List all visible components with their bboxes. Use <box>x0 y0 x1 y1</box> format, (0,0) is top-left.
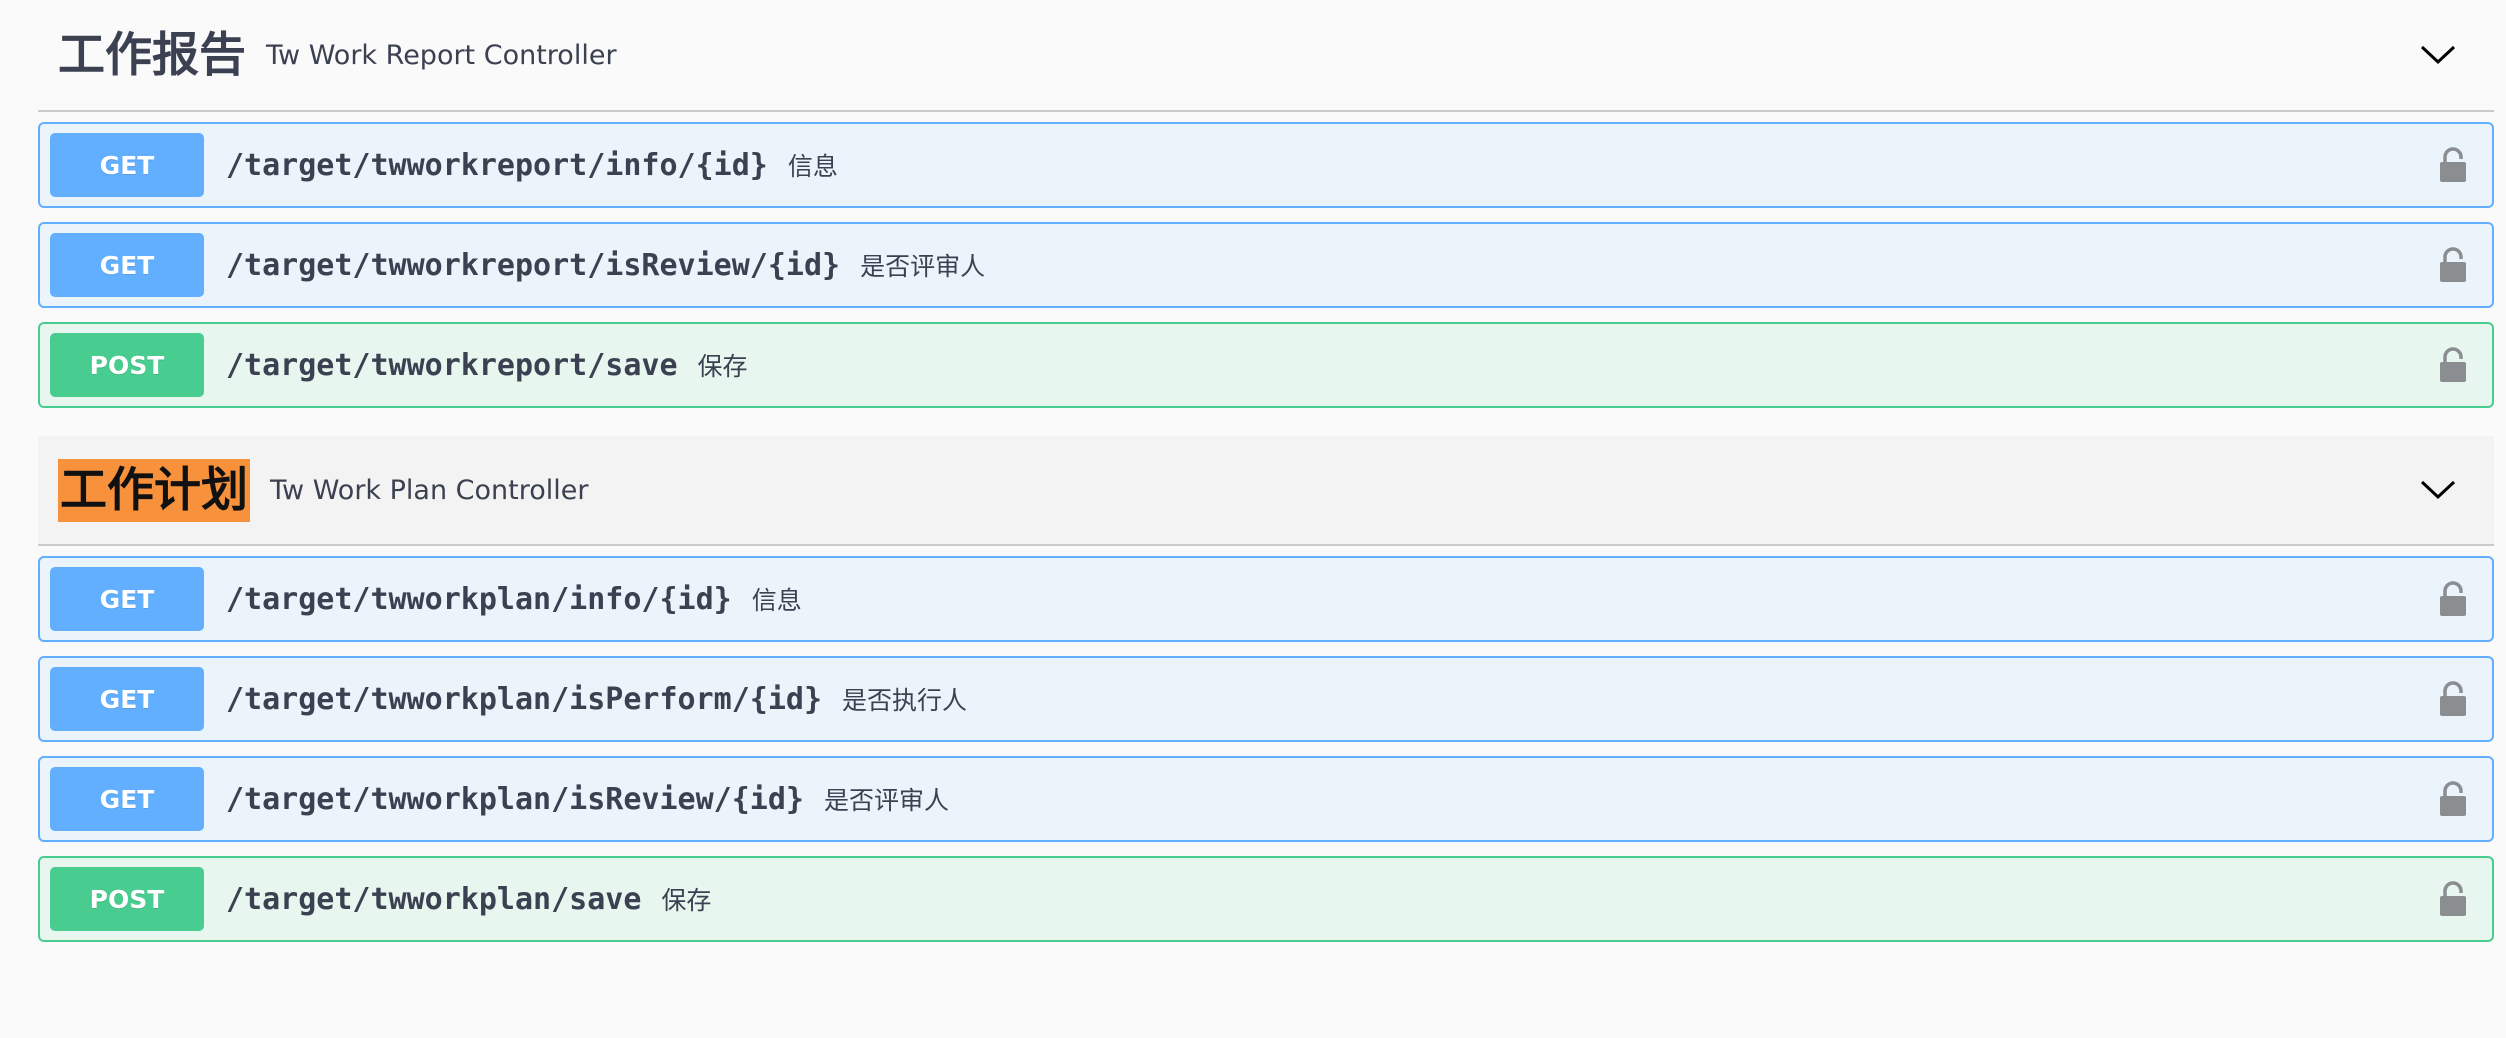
section-title: 工作计划 <box>58 458 250 522</box>
method-badge: GET <box>50 233 204 297</box>
lock-icon[interactable] <box>2436 145 2470 185</box>
operation-path: /target/twworkplan/save <box>226 881 642 917</box>
operation-get-twworkplan-isperform[interactable]: GET /target/twworkplan/isPerform/{id} 是否… <box>38 656 2494 742</box>
operation-summary: 保存 <box>697 352 748 381</box>
operation-path: /target/twworkreport/isReview/{id} <box>226 247 841 283</box>
operation-path: /target/twworkreport/info/{id} <box>226 147 768 183</box>
method-badge: GET <box>50 567 204 631</box>
method-badge: POST <box>50 867 204 931</box>
section-description: Tw Work Plan Controller <box>270 474 589 506</box>
lock-icon[interactable] <box>2436 579 2470 619</box>
lock-icon[interactable] <box>2436 679 2470 719</box>
operation-summary: 是否评审人 <box>860 252 986 281</box>
operation-path: /target/twworkplan/info/{id} <box>226 581 732 617</box>
method-badge: GET <box>50 667 204 731</box>
operation-get-twworkreport-isreview[interactable]: GET /target/twworkreport/isReview/{id} 是… <box>38 222 2494 308</box>
operation-path: /target/twworkplan/isReview/{id} <box>226 781 804 817</box>
operation-post-twworkreport-save[interactable]: POST /target/twworkreport/save 保存 <box>38 322 2494 408</box>
lock-icon[interactable] <box>2436 345 2470 385</box>
chevron-down-icon[interactable] <box>2416 33 2460 77</box>
section-title: 工作报告 <box>58 27 246 83</box>
operation-summary: 保存 <box>661 886 712 915</box>
api-docs-list: 工作报告 Tw Work Report Controller GET /targ… <box>38 0 2494 956</box>
lock-icon[interactable] <box>2436 245 2470 285</box>
section-header-work-plan[interactable]: 工作计划 Tw Work Plan Controller <box>38 436 2494 546</box>
operation-path: /target/twworkreport/save <box>226 347 678 383</box>
operation-summary: 信息 <box>751 586 802 615</box>
operation-get-twworkplan-info[interactable]: GET /target/twworkplan/info/{id} 信息 <box>38 556 2494 642</box>
operation-post-twworkplan-save[interactable]: POST /target/twworkplan/save 保存 <box>38 856 2494 942</box>
operation-get-twworkplan-isreview[interactable]: GET /target/twworkplan/isReview/{id} 是否评… <box>38 756 2494 842</box>
operation-summary: 是否执行人 <box>842 686 968 715</box>
lock-icon[interactable] <box>2436 779 2470 819</box>
chevron-down-icon[interactable] <box>2416 468 2460 512</box>
section-description: Tw Work Report Controller <box>266 39 617 71</box>
operation-get-twworkreport-info[interactable]: GET /target/twworkreport/info/{id} 信息 <box>38 122 2494 208</box>
method-badge: GET <box>50 133 204 197</box>
operation-summary: 信息 <box>787 152 838 181</box>
lock-icon[interactable] <box>2436 879 2470 919</box>
operation-summary: 是否评审人 <box>823 786 949 815</box>
operation-path: /target/twworkplan/isPerform/{id} <box>226 681 823 717</box>
section-header-work-report[interactable]: 工作报告 Tw Work Report Controller <box>38 0 2494 112</box>
method-badge: POST <box>50 333 204 397</box>
method-badge: GET <box>50 767 204 831</box>
